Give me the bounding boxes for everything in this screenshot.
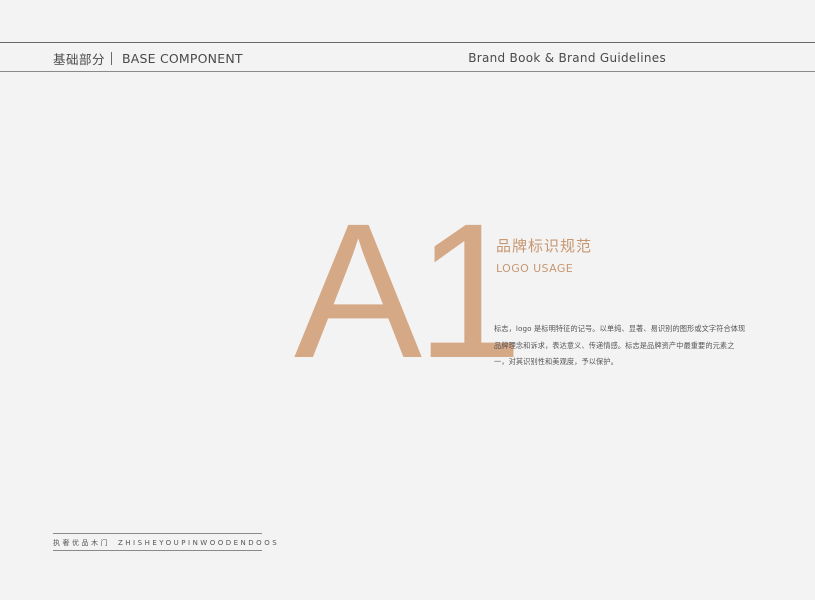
section-name-en: BASE COMPONENT <box>122 51 243 66</box>
footer-bottom-rule <box>53 550 262 551</box>
section-breadcrumb: 基础部分 BASE COMPONENT <box>53 49 243 68</box>
section-number: A1 <box>294 183 523 398</box>
header-bottom-rule <box>0 71 815 72</box>
footer-brand-en: ZHISHEYOUPINWOODENDOOS <box>118 539 280 547</box>
description-line: 一，对其识别性和美观度，予以保护。 <box>494 357 618 366</box>
description-line: 品牌理念和诉求，表达意义、传递情感。标志是品牌资产中最重要的元素之 <box>494 340 735 350</box>
footer-top-rule <box>53 533 262 534</box>
footer-brand-cn: 执奢优品木门 <box>53 539 110 547</box>
breadcrumb-divider <box>111 52 113 65</box>
section-title-cn: 品牌标识规范 <box>496 237 593 255</box>
footer-brand: 执奢优品木门 ZHISHEYOUPINWOODENDOOS <box>53 538 279 548</box>
book-title: Brand Book & Brand Guidelines <box>468 51 666 65</box>
section-title-en: LOGO USAGE <box>496 262 574 275</box>
section-description: 标志，logo 是标明特征的记号。以单纯、显著、易识别的图形或文字符合体现 品牌… <box>494 321 750 371</box>
section-name-cn: 基础部分 <box>53 52 106 67</box>
description-line: 标志，logo 是标明特征的记号。以单纯、显著、易识别的图形或文字符合体现 <box>494 324 746 333</box>
header-top-rule <box>0 42 815 43</box>
